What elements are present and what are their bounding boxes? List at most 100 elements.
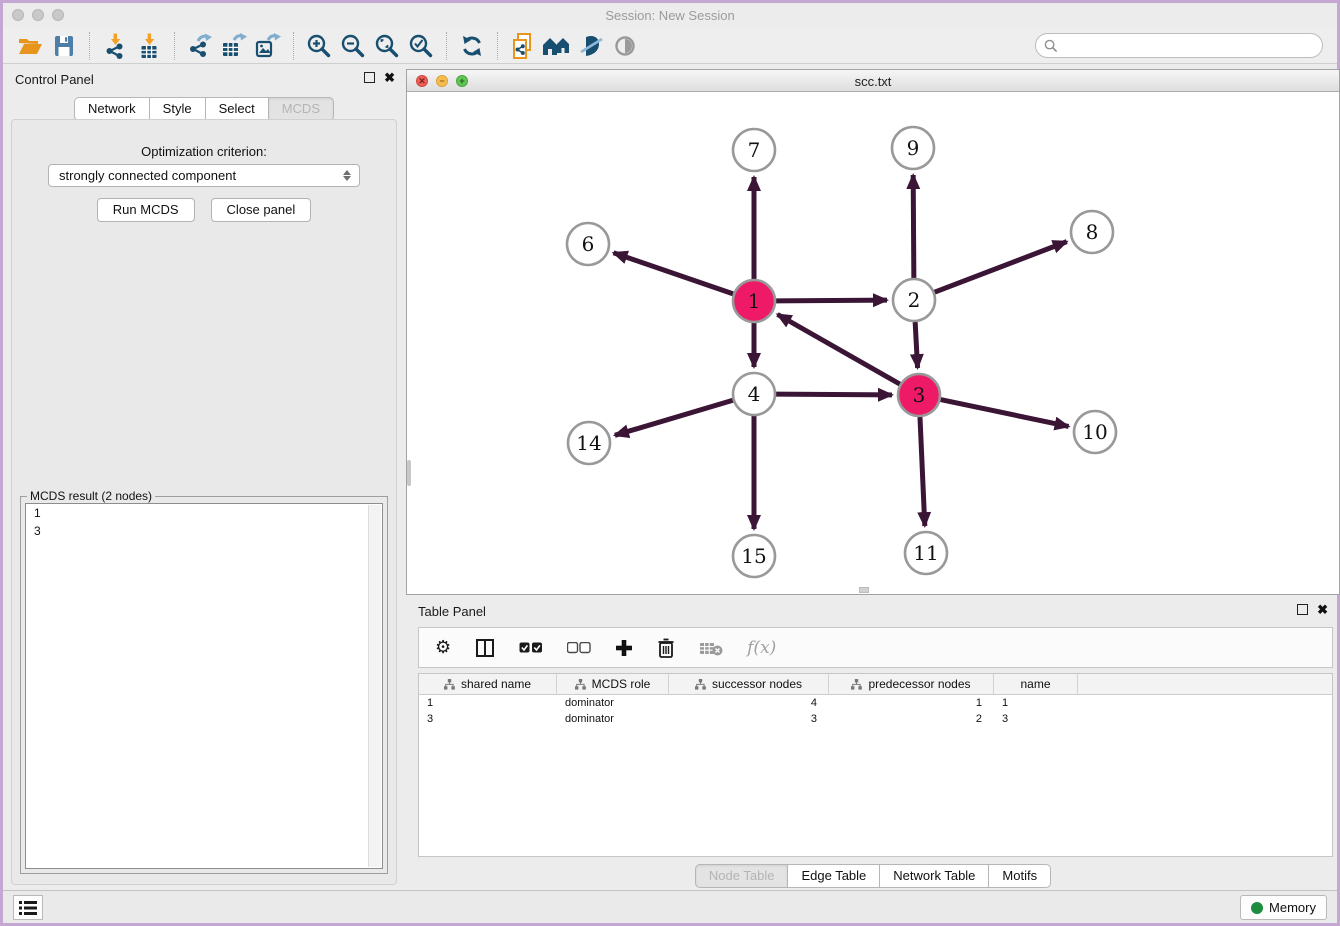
tab-edge-table[interactable]: Edge Table <box>788 864 880 888</box>
table-settings-button[interactable]: ⚙ <box>435 639 451 657</box>
float-panel-icon[interactable] <box>1297 604 1308 615</box>
optimization-criterion-select[interactable]: strongly connected component <box>48 164 360 187</box>
network-vscroll-thumb[interactable] <box>407 460 411 486</box>
float-panel-icon[interactable] <box>364 72 375 83</box>
edge-2-9[interactable] <box>913 175 914 278</box>
import-table-button[interactable] <box>132 31 166 61</box>
task-history-button[interactable] <box>13 895 43 920</box>
function-builder-button[interactable]: f(x) <box>747 638 776 658</box>
table-row[interactable]: 1dominator411 <box>419 695 1332 711</box>
table-cell[interactable]: 3 <box>419 711 557 727</box>
hierarchy-icon <box>575 679 586 690</box>
table-cell[interactable]: 1 <box>829 695 994 711</box>
delete-column-button[interactable] <box>657 638 675 658</box>
memory-button[interactable]: Memory <box>1240 895 1327 920</box>
tab-network[interactable]: Network <box>74 97 150 121</box>
table-cell[interactable]: 1 <box>419 695 557 711</box>
tab-select[interactable]: Select <box>206 97 269 121</box>
export-network-button[interactable] <box>183 31 217 61</box>
open-session-button[interactable] <box>13 31 47 61</box>
home-layout-button[interactable] <box>540 31 574 61</box>
memory-status-icon <box>1251 902 1263 914</box>
control-panel-tabs: NetworkStyleSelectMCDS <box>7 97 401 121</box>
network-window-title: scc.txt <box>407 74 1339 89</box>
refresh-button[interactable] <box>455 31 489 61</box>
column-header-successor-nodes[interactable]: successor nodes <box>669 674 829 694</box>
toolbar-separator <box>497 32 498 60</box>
deselect-all-columns-button[interactable] <box>567 642 591 654</box>
edge-1-6[interactable] <box>614 253 734 294</box>
application-window: Session: New Session <box>0 0 1340 926</box>
edge-4-14[interactable] <box>615 400 733 435</box>
network-graph[interactable]: 7968124314101511 <box>407 92 1339 595</box>
add-column-button[interactable] <box>615 639 633 657</box>
tab-style[interactable]: Style <box>150 97 206 121</box>
node-label-3: 3 <box>913 383 926 407</box>
control-panel-title: Control Panel <box>15 72 94 87</box>
tab-mcds: MCDS <box>269 97 334 121</box>
edge-2-3[interactable] <box>915 322 917 368</box>
export-table-button[interactable] <box>217 31 251 61</box>
export-image-button[interactable] <box>251 31 285 61</box>
result-scrollbar[interactable] <box>368 505 381 867</box>
column-header-MCDS-role[interactable]: MCDS role <box>557 674 669 694</box>
table-cell[interactable]: 1 <box>994 695 1078 711</box>
edge-3-11[interactable] <box>920 417 925 526</box>
zoom-out-icon <box>340 33 366 59</box>
close-panel-icon[interactable]: ✖ <box>1317 604 1328 615</box>
delete-table-button[interactable] <box>699 640 723 656</box>
search-input[interactable] <box>1058 39 1322 53</box>
network-view-window: ✕ − + scc.txt 7968124314101511 <box>406 69 1340 595</box>
run-mcds-button[interactable]: Run MCDS <box>97 198 195 222</box>
close-panel-icon[interactable]: ✖ <box>384 72 395 83</box>
mcds-result-list[interactable]: 13 <box>25 503 383 869</box>
select-all-columns-button[interactable] <box>519 642 543 654</box>
zoom-out-button[interactable] <box>336 31 370 61</box>
tab-motifs[interactable]: Motifs <box>989 864 1051 888</box>
zoom-in-button[interactable] <box>302 31 336 61</box>
save-session-button[interactable] <box>47 31 81 61</box>
edge-1-2[interactable] <box>776 300 887 301</box>
table-cell[interactable]: 3 <box>994 711 1078 727</box>
apply-style-button[interactable] <box>574 31 608 61</box>
import-table-icon <box>137 33 161 59</box>
table-panel-header: Table Panel ✖ <box>406 599 1340 623</box>
table-cell[interactable]: dominator <box>557 711 669 727</box>
zoom-selected-button[interactable] <box>404 31 438 61</box>
table-cell[interactable]: 4 <box>669 695 829 711</box>
zoom-in-icon <box>306 33 332 59</box>
tab-network-table[interactable]: Network Table <box>880 864 989 888</box>
export-image-icon <box>254 33 282 59</box>
edge-2-8[interactable] <box>935 242 1067 293</box>
columns-icon <box>475 638 495 658</box>
list-icon <box>19 901 37 915</box>
edge-4-3[interactable] <box>776 394 892 395</box>
style-brush-icon <box>578 34 604 58</box>
node-table[interactable]: shared nameMCDS rolesuccessor nodesprede… <box>418 673 1333 857</box>
node-label-11: 11 <box>913 541 938 565</box>
search-field[interactable] <box>1035 33 1323 58</box>
zoom-fit-button[interactable] <box>370 31 404 61</box>
table-tabs: Node TableEdge TableNetwork TableMotifs <box>406 864 1340 888</box>
table-cell[interactable]: dominator <box>557 695 669 711</box>
node-label-1: 1 <box>748 289 761 313</box>
show-hide-button[interactable] <box>608 31 642 61</box>
edge-3-10[interactable] <box>941 400 1069 427</box>
edge-3-1[interactable] <box>777 314 899 384</box>
table-cell[interactable]: 2 <box>829 711 994 727</box>
table-row[interactable]: 3dominator323 <box>419 711 1332 727</box>
trash-icon <box>657 638 675 658</box>
column-header-name[interactable]: name <box>994 674 1078 694</box>
import-network-button[interactable] <box>98 31 132 61</box>
duplicate-network-button[interactable] <box>506 31 540 61</box>
toggle-columns-button[interactable] <box>475 638 495 658</box>
table-header-row: shared nameMCDS rolesuccessor nodesprede… <box>419 674 1332 695</box>
column-header-shared-name[interactable]: shared name <box>419 674 557 694</box>
table-cell[interactable]: 3 <box>669 711 829 727</box>
column-header-predecessor-nodes[interactable]: predecessor nodes <box>829 674 994 694</box>
network-window-titlebar[interactable]: ✕ − + scc.txt <box>407 70 1339 92</box>
network-hscroll-thumb[interactable] <box>859 587 869 593</box>
network-canvas[interactable]: 7968124314101511 <box>407 92 1339 594</box>
close-panel-button[interactable]: Close panel <box>211 198 312 222</box>
node-label-9: 9 <box>907 136 920 160</box>
